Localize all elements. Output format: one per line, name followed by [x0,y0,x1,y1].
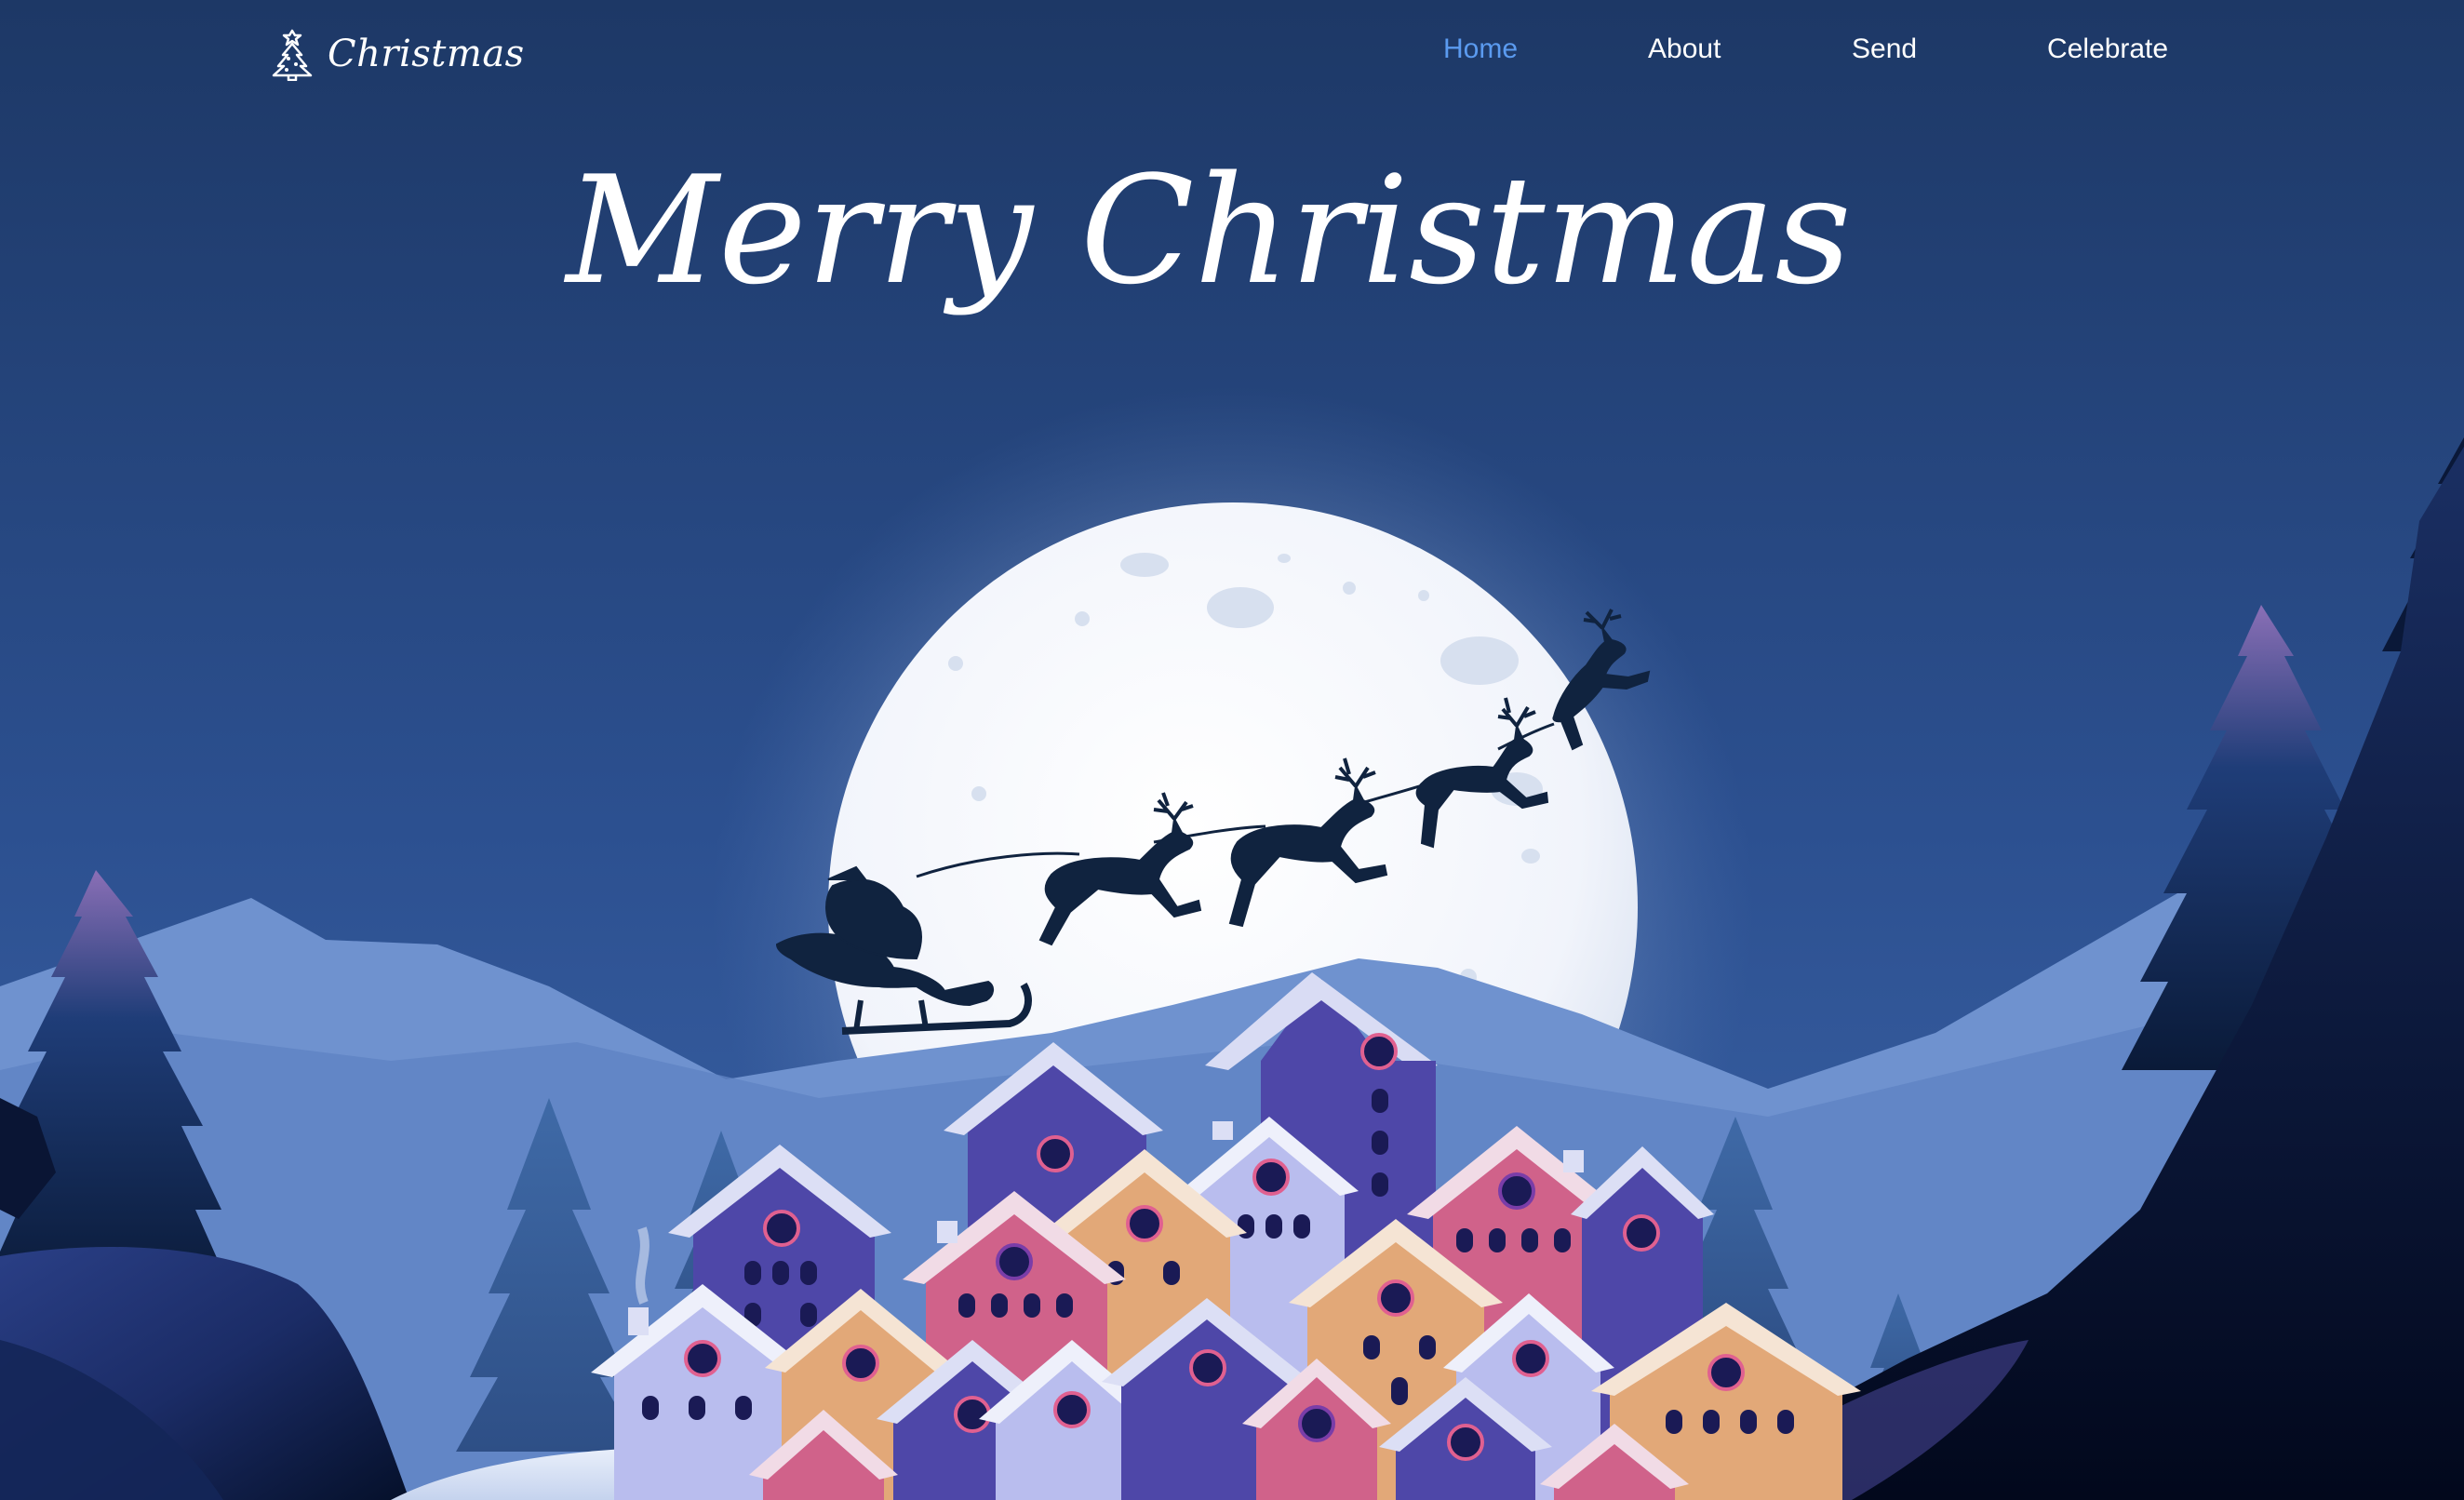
hero-title: Merry Christmas [566,143,1852,317]
brand-name: Christmas [328,33,525,75]
brand-logo-link[interactable]: Christmas [270,26,525,82]
nav-link-home[interactable]: Home [1443,33,1518,65]
nav-link-about[interactable]: About [1648,33,1721,65]
christmas-tree-icon [270,27,315,82]
nav-link-celebrate[interactable]: Celebrate [2047,33,2168,65]
top-navigation: Christmas Home About Send Celebrate [0,0,2464,107]
nav-link-send[interactable]: Send [1852,33,1917,65]
